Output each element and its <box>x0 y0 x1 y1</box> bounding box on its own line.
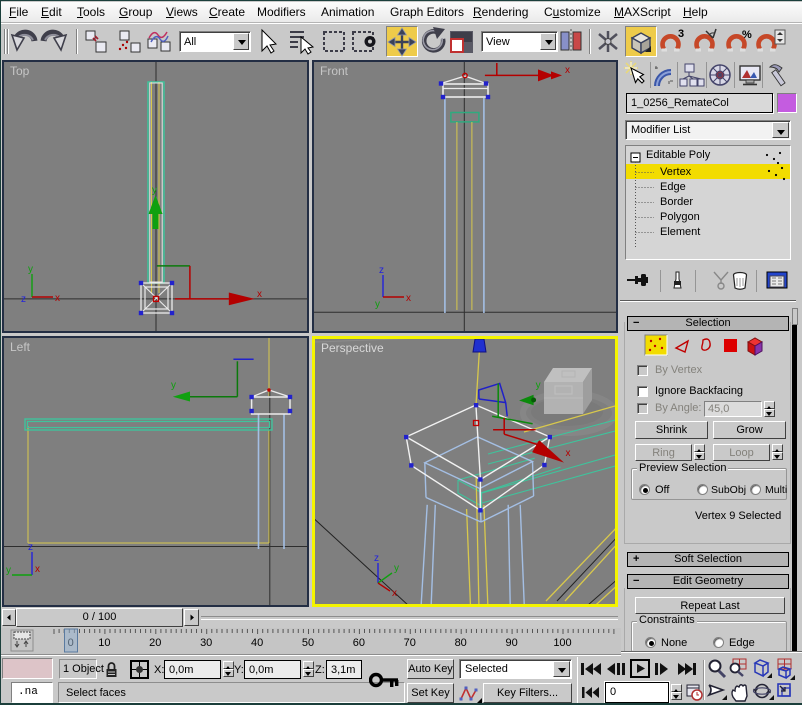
svg-text:40: 40 <box>251 637 263 649</box>
svg-text:y: y <box>536 380 541 391</box>
svg-text:y: y <box>375 299 380 310</box>
svg-text:x: x <box>257 289 262 300</box>
svg-text:50: 50 <box>302 637 314 649</box>
svg-text:%: % <box>742 29 752 41</box>
svg-text:10: 10 <box>98 637 110 649</box>
svg-text:x: x <box>55 293 60 304</box>
svg-text:100: 100 <box>553 637 571 649</box>
svg-text:x: x <box>406 293 411 304</box>
svg-text:x: x <box>35 564 40 575</box>
svg-text:60: 60 <box>353 637 365 649</box>
svg-text:z: z <box>379 265 384 276</box>
svg-text:y: y <box>152 185 157 196</box>
svg-text:y: y <box>394 563 399 574</box>
svg-text:30: 30 <box>200 637 212 649</box>
svg-text:3: 3 <box>678 28 684 40</box>
svg-text:y: y <box>28 264 33 275</box>
svg-text:x: x <box>566 448 571 459</box>
svg-text:80: 80 <box>455 637 467 649</box>
svg-text:x: x <box>565 65 570 76</box>
svg-text:20: 20 <box>149 637 161 649</box>
svg-text:y: y <box>171 380 176 391</box>
svg-text:x: x <box>392 588 397 599</box>
svg-text:z: z <box>374 553 379 564</box>
svg-text:y: y <box>6 565 11 576</box>
svg-text:90: 90 <box>505 637 517 649</box>
svg-text:z: z <box>21 294 26 305</box>
svg-text:70: 70 <box>404 637 416 649</box>
svg-text:z: z <box>28 542 33 553</box>
